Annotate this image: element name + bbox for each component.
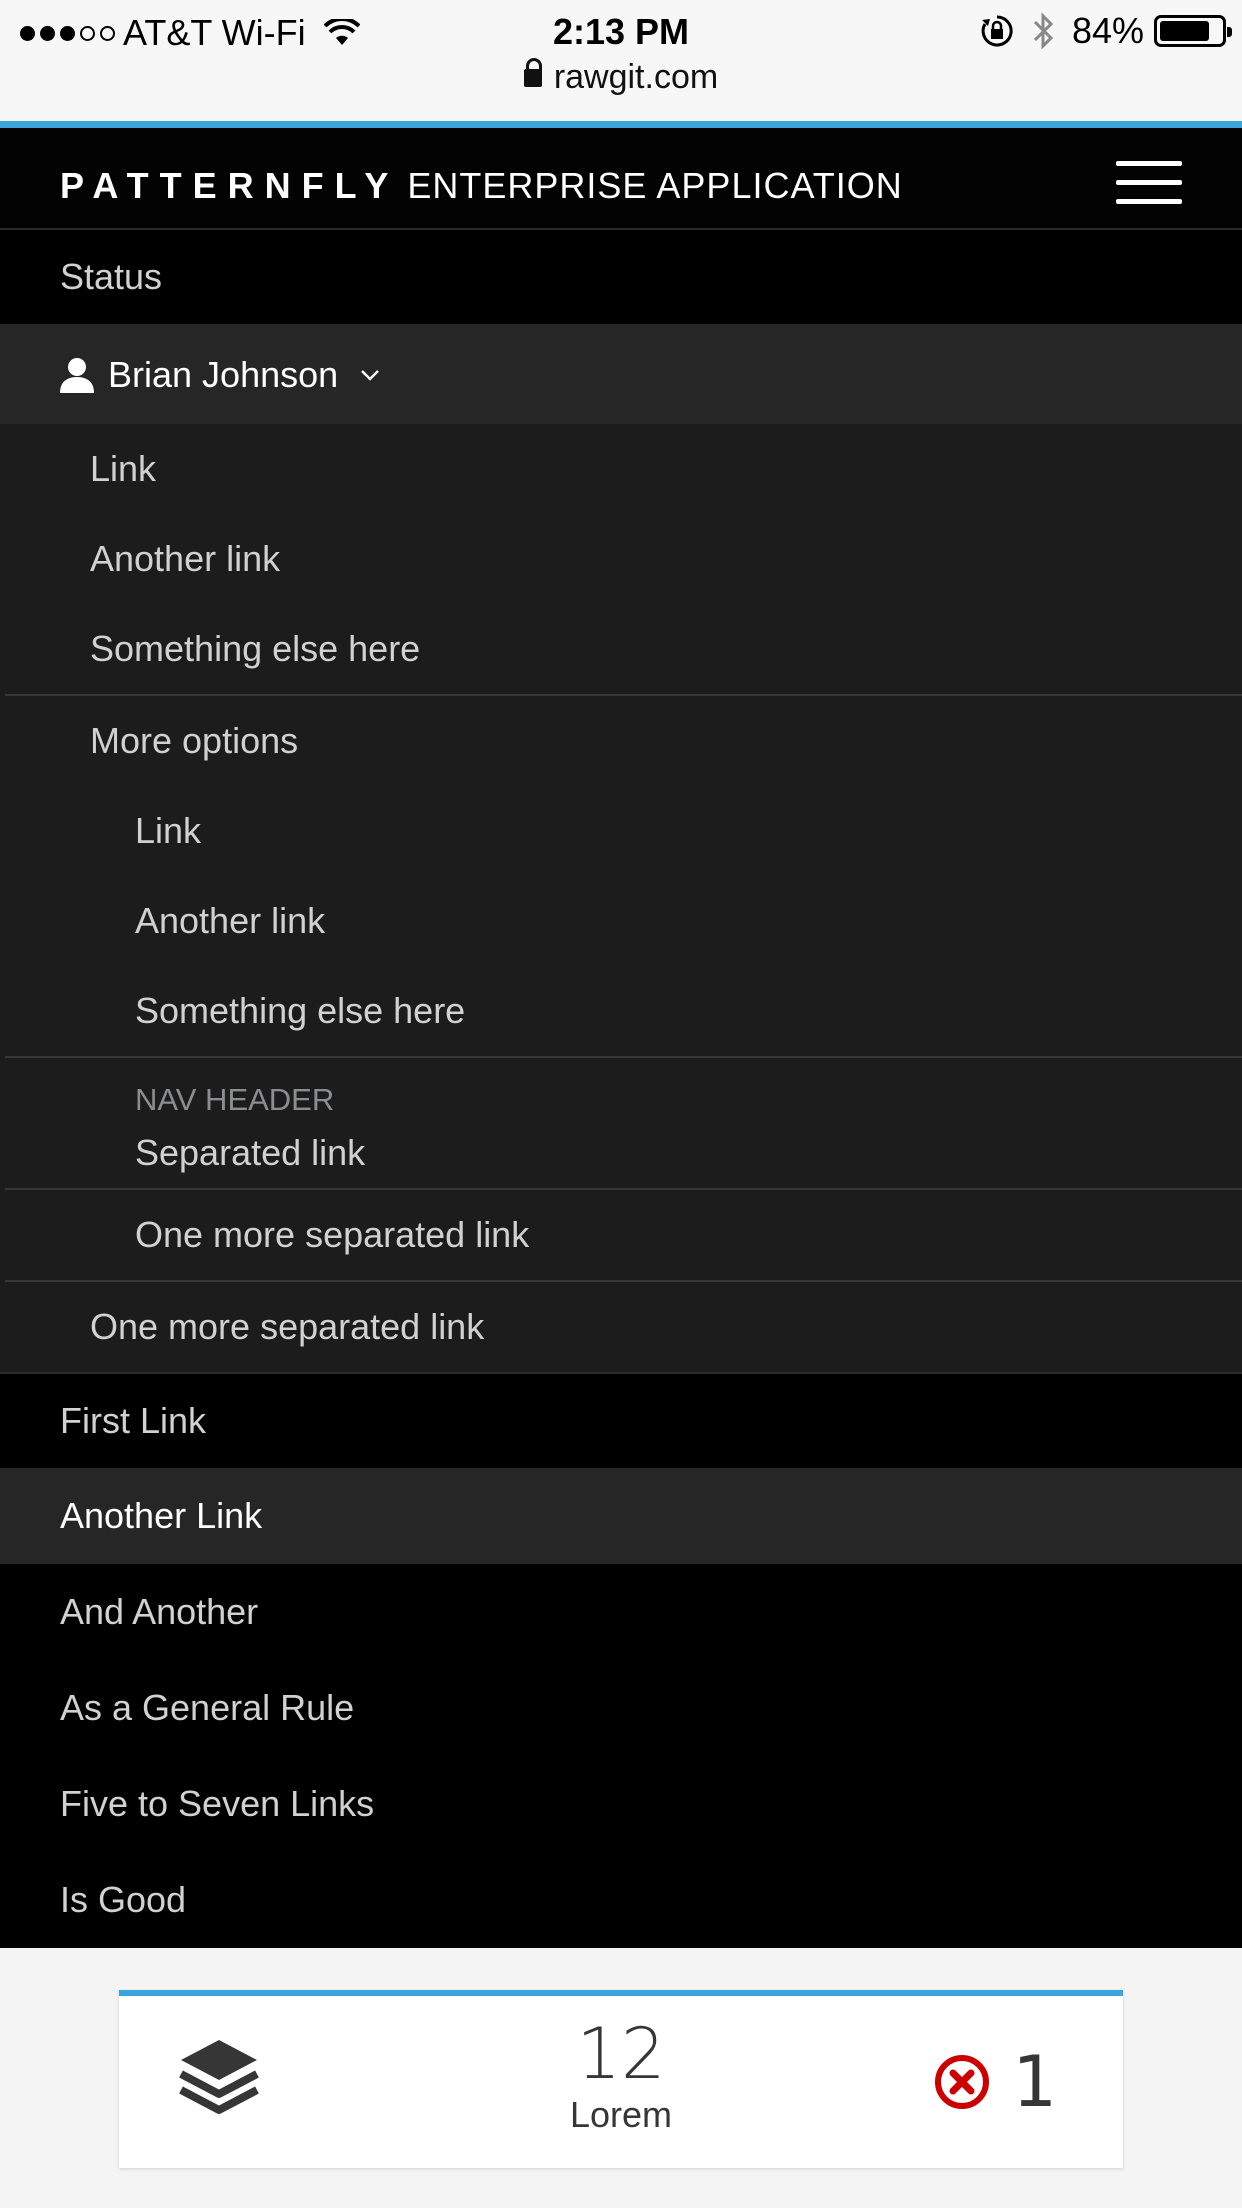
- battery-icon: [1154, 15, 1232, 47]
- battery-percent: 84%: [1071, 10, 1144, 51]
- navbar: PATTERNFLY ENTERPRISE APPLICATION: [0, 128, 1242, 230]
- chevron-down-icon: [361, 370, 380, 381]
- menu-item-general-rule[interactable]: As a General Rule: [0, 1660, 1242, 1756]
- battery-fill: [1160, 21, 1210, 41]
- brand[interactable]: PATTERNFLY ENTERPRISE APPLICATION: [60, 165, 903, 207]
- user-dropdown: Link Another link Something else here Mo…: [0, 424, 1242, 1372]
- bluetooth-icon: [1033, 12, 1054, 50]
- menu-item-is-good[interactable]: Is Good: [0, 1852, 1242, 1948]
- error-circle-icon: [935, 2055, 990, 2109]
- status-icons: 84%: [980, 10, 1232, 52]
- menu-item-five-to-seven[interactable]: Five to Seven Links: [0, 1756, 1242, 1852]
- dropdown-item-link[interactable]: Link: [0, 424, 1242, 514]
- brand-subtitle: ENTERPRISE APPLICATION: [407, 165, 903, 206]
- dropdown-submenu-more-options[interactable]: More options: [0, 696, 1242, 786]
- error-notification[interactable]: 1: [934, 2042, 1057, 2122]
- user-icon: [60, 358, 94, 393]
- brand-name: PATTERNFLY: [60, 165, 400, 206]
- hamburger-icon[interactable]: [1116, 161, 1182, 205]
- submenu-item-something-else[interactable]: Something else here: [0, 966, 1242, 1056]
- dropdown-item-one-more-separated[interactable]: One more separated link: [0, 1282, 1242, 1372]
- nav-menu: Status Brian Johnson Link Another link S…: [0, 230, 1242, 1948]
- nav-header: NAV HEADER: [135, 1082, 335, 1117]
- app: PATTERNFLY ENTERPRISE APPLICATION Status …: [0, 121, 1242, 1948]
- menu-item-first-link[interactable]: First Link: [0, 1372, 1242, 1468]
- user-name: Brian Johnson: [108, 354, 339, 395]
- accent-bar: [0, 121, 1242, 128]
- submenu-item-separated-link[interactable]: Separated link: [0, 1118, 1242, 1188]
- padlock-icon: [523, 58, 542, 89]
- submenu-item-one-more-separated[interactable]: One more separated link: [0, 1190, 1242, 1280]
- aggregate-status-card[interactable]: 12 Lorem 1: [119, 1990, 1123, 2168]
- menu-item-status[interactable]: Status: [0, 230, 1242, 326]
- url-bar[interactable]: rawgit.com: [0, 58, 1242, 97]
- lock-rotation-icon: [981, 15, 1013, 47]
- menu-item-and-another[interactable]: And Another: [0, 1564, 1242, 1660]
- error-count: 1: [1012, 2041, 1057, 2123]
- dropdown-item-another-link[interactable]: Another link: [0, 514, 1242, 604]
- menu-item-another-link[interactable]: Another Link: [0, 1468, 1242, 1564]
- user-menu-toggle[interactable]: Brian Johnson: [0, 326, 1242, 424]
- url-text: rawgit.com: [553, 58, 719, 96]
- submenu-item-link[interactable]: Link: [0, 786, 1242, 876]
- dropdown-item-something-else[interactable]: Something else here: [0, 604, 1242, 694]
- ios-status-bar: AT&T Wi-Fi 2:13 PM 84% rawgit.com: [0, 0, 1242, 121]
- submenu-item-another-link[interactable]: Another link: [0, 876, 1242, 966]
